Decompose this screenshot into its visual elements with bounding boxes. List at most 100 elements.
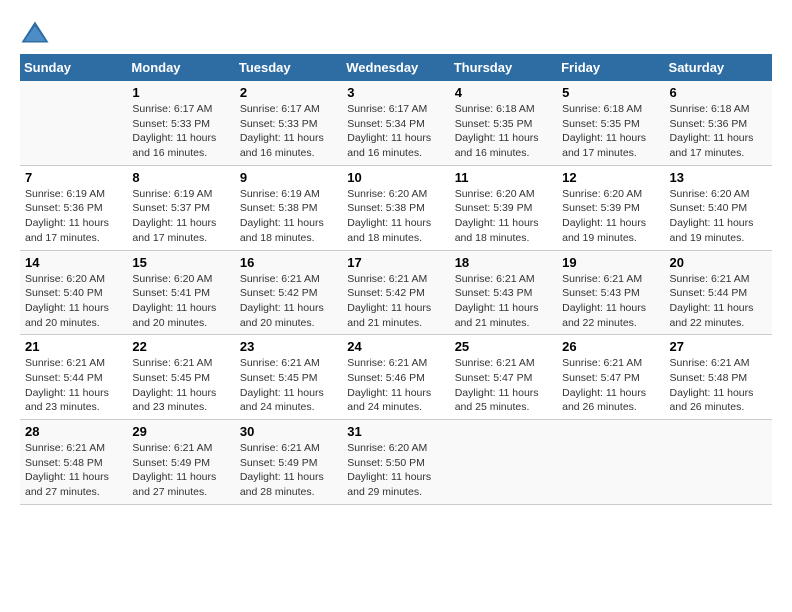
day-number: 1	[132, 85, 229, 100]
day-number: 28	[25, 424, 122, 439]
day-info: Sunrise: 6:21 AMSunset: 5:42 PMDaylight:…	[240, 272, 337, 331]
day-cell: 3 Sunrise: 6:17 AMSunset: 5:34 PMDaylight…	[342, 81, 449, 165]
day-info: Sunrise: 6:21 AMSunset: 5:48 PMDaylight:…	[670, 356, 767, 415]
day-info: Sunrise: 6:20 AMSunset: 5:50 PMDaylight:…	[347, 441, 444, 500]
day-number: 31	[347, 424, 444, 439]
day-info: Sunrise: 6:20 AMSunset: 5:39 PMDaylight:…	[562, 187, 659, 246]
day-cell	[665, 420, 772, 505]
day-info: Sunrise: 6:21 AMSunset: 5:47 PMDaylight:…	[562, 356, 659, 415]
day-info: Sunrise: 6:21 AMSunset: 5:44 PMDaylight:…	[670, 272, 767, 331]
day-number: 12	[562, 170, 659, 185]
day-cell: 24 Sunrise: 6:21 AMSunset: 5:46 PMDayligh…	[342, 335, 449, 420]
day-info: Sunrise: 6:21 AMSunset: 5:49 PMDaylight:…	[240, 441, 337, 500]
day-cell: 28 Sunrise: 6:21 AMSunset: 5:48 PMDayligh…	[20, 420, 127, 505]
day-cell: 26 Sunrise: 6:21 AMSunset: 5:47 PMDayligh…	[557, 335, 664, 420]
col-header-tuesday: Tuesday	[235, 54, 342, 81]
day-number: 24	[347, 339, 444, 354]
day-cell: 27 Sunrise: 6:21 AMSunset: 5:48 PMDayligh…	[665, 335, 772, 420]
week-row-1: 1 Sunrise: 6:17 AMSunset: 5:33 PMDaylight…	[20, 81, 772, 165]
day-cell: 31 Sunrise: 6:20 AMSunset: 5:50 PMDayligh…	[342, 420, 449, 505]
header	[20, 20, 772, 44]
day-number: 23	[240, 339, 337, 354]
day-cell: 4 Sunrise: 6:18 AMSunset: 5:35 PMDaylight…	[450, 81, 557, 165]
day-number: 10	[347, 170, 444, 185]
day-info: Sunrise: 6:20 AMSunset: 5:41 PMDaylight:…	[132, 272, 229, 331]
day-info: Sunrise: 6:21 AMSunset: 5:45 PMDaylight:…	[240, 356, 337, 415]
day-cell: 16 Sunrise: 6:21 AMSunset: 5:42 PMDayligh…	[235, 250, 342, 335]
col-header-wednesday: Wednesday	[342, 54, 449, 81]
day-cell: 29 Sunrise: 6:21 AMSunset: 5:49 PMDayligh…	[127, 420, 234, 505]
day-number: 16	[240, 255, 337, 270]
day-cell: 15 Sunrise: 6:20 AMSunset: 5:41 PMDayligh…	[127, 250, 234, 335]
week-row-2: 7Sunrise: 6:19 AMSunset: 5:36 PMDaylight…	[20, 165, 772, 250]
day-number: 5	[562, 85, 659, 100]
day-number: 26	[562, 339, 659, 354]
day-number: 19	[562, 255, 659, 270]
day-number: 29	[132, 424, 229, 439]
day-info: Sunrise: 6:21 AMSunset: 5:44 PMDaylight:…	[25, 356, 122, 415]
day-cell: 19 Sunrise: 6:21 AMSunset: 5:43 PMDayligh…	[557, 250, 664, 335]
day-info: Sunrise: 6:18 AMSunset: 5:35 PMDaylight:…	[562, 102, 659, 161]
day-number: 25	[455, 339, 552, 354]
day-info: Sunrise: 6:21 AMSunset: 5:43 PMDaylight:…	[455, 272, 552, 331]
day-number: 22	[132, 339, 229, 354]
day-number: 9	[240, 170, 337, 185]
day-number: 2	[240, 85, 337, 100]
day-cell: 30 Sunrise: 6:21 AMSunset: 5:49 PMDayligh…	[235, 420, 342, 505]
day-info: Sunrise: 6:20 AMSunset: 5:40 PMDaylight:…	[670, 187, 767, 246]
day-cell: 6Sunrise: 6:18 AMSunset: 5:36 PMDaylight…	[665, 81, 772, 165]
day-number: 11	[455, 170, 552, 185]
day-number: 8	[132, 170, 229, 185]
col-header-thursday: Thursday	[450, 54, 557, 81]
day-number: 20	[670, 255, 767, 270]
day-info: Sunrise: 6:19 AMSunset: 5:38 PMDaylight:…	[240, 187, 337, 246]
day-info: Sunrise: 6:17 AMSunset: 5:33 PMDaylight:…	[240, 102, 337, 161]
day-cell: 8 Sunrise: 6:19 AMSunset: 5:37 PMDaylight…	[127, 165, 234, 250]
col-header-friday: Friday	[557, 54, 664, 81]
day-number: 27	[670, 339, 767, 354]
day-info: Sunrise: 6:21 AMSunset: 5:47 PMDaylight:…	[455, 356, 552, 415]
day-cell: 23 Sunrise: 6:21 AMSunset: 5:45 PMDayligh…	[235, 335, 342, 420]
day-number: 30	[240, 424, 337, 439]
logo-icon	[20, 20, 50, 44]
day-cell: 11Sunrise: 6:20 AMSunset: 5:39 PMDayligh…	[450, 165, 557, 250]
calendar-table: SundayMondayTuesdayWednesdayThursdayFrid…	[20, 54, 772, 505]
day-number: 4	[455, 85, 552, 100]
day-number: 18	[455, 255, 552, 270]
day-number: 6	[670, 85, 767, 100]
day-number: 3	[347, 85, 444, 100]
day-cell: 25 Sunrise: 6:21 AMSunset: 5:47 PMDayligh…	[450, 335, 557, 420]
col-header-sunday: Sunday	[20, 54, 127, 81]
day-number: 14	[25, 255, 122, 270]
day-cell: 12 Sunrise: 6:20 AMSunset: 5:39 PMDayligh…	[557, 165, 664, 250]
day-info: Sunrise: 6:21 AMSunset: 5:43 PMDaylight:…	[562, 272, 659, 331]
day-info: Sunrise: 6:21 AMSunset: 5:46 PMDaylight:…	[347, 356, 444, 415]
week-row-4: 21 Sunrise: 6:21 AMSunset: 5:44 PMDayligh…	[20, 335, 772, 420]
col-header-saturday: Saturday	[665, 54, 772, 81]
day-info: Sunrise: 6:19 AMSunset: 5:37 PMDaylight:…	[132, 187, 229, 246]
day-info: Sunrise: 6:20 AMSunset: 5:38 PMDaylight:…	[347, 187, 444, 246]
day-cell: 1 Sunrise: 6:17 AMSunset: 5:33 PMDaylight…	[127, 81, 234, 165]
day-cell: 21 Sunrise: 6:21 AMSunset: 5:44 PMDayligh…	[20, 335, 127, 420]
day-number: 21	[25, 339, 122, 354]
day-info: Sunrise: 6:17 AMSunset: 5:33 PMDaylight:…	[132, 102, 229, 161]
day-number: 7	[25, 170, 122, 185]
day-info: Sunrise: 6:18 AMSunset: 5:35 PMDaylight:…	[455, 102, 552, 161]
week-row-5: 28 Sunrise: 6:21 AMSunset: 5:48 PMDayligh…	[20, 420, 772, 505]
col-header-monday: Monday	[127, 54, 234, 81]
day-cell	[20, 81, 127, 165]
day-cell: 7Sunrise: 6:19 AMSunset: 5:36 PMDaylight…	[20, 165, 127, 250]
day-info: Sunrise: 6:21 AMSunset: 5:48 PMDaylight:…	[25, 441, 122, 500]
day-cell: 10 Sunrise: 6:20 AMSunset: 5:38 PMDayligh…	[342, 165, 449, 250]
day-cell: 13 Sunrise: 6:20 AMSunset: 5:40 PMDayligh…	[665, 165, 772, 250]
day-cell: 22Sunrise: 6:21 AMSunset: 5:45 PMDayligh…	[127, 335, 234, 420]
day-number: 15	[132, 255, 229, 270]
day-info: Sunrise: 6:17 AMSunset: 5:34 PMDaylight:…	[347, 102, 444, 161]
day-cell: 9 Sunrise: 6:19 AMSunset: 5:38 PMDaylight…	[235, 165, 342, 250]
day-info: Sunrise: 6:21 AMSunset: 5:42 PMDaylight:…	[347, 272, 444, 331]
day-number: 13	[670, 170, 767, 185]
day-cell: 5 Sunrise: 6:18 AMSunset: 5:35 PMDaylight…	[557, 81, 664, 165]
day-info: Sunrise: 6:20 AMSunset: 5:40 PMDaylight:…	[25, 272, 122, 331]
header-row: SundayMondayTuesdayWednesdayThursdayFrid…	[20, 54, 772, 81]
day-info: Sunrise: 6:21 AMSunset: 5:49 PMDaylight:…	[132, 441, 229, 500]
